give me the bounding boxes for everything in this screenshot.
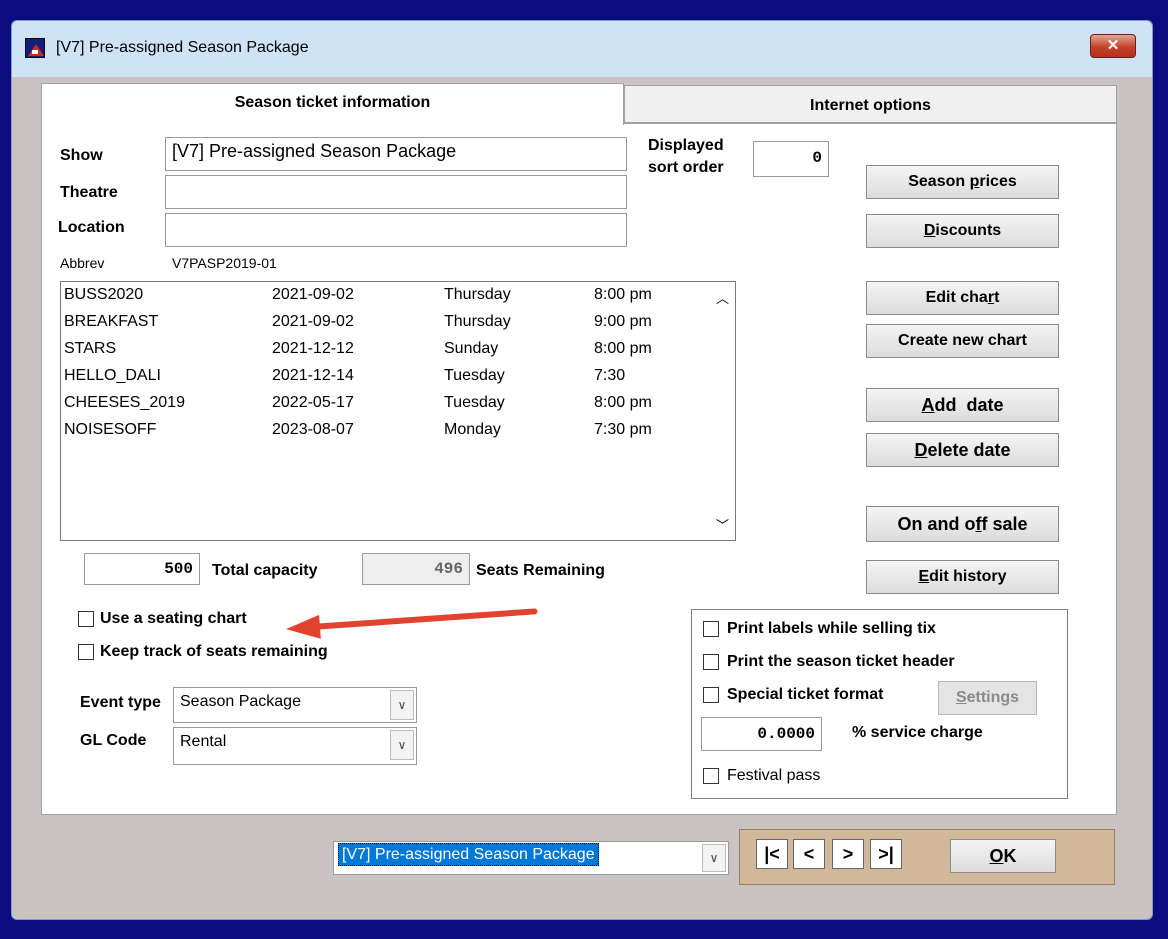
performance-dates-list[interactable]: BUSS2020 2021-09-02 Thursday 8:00 pm BRE… <box>60 281 736 541</box>
chevron-down-icon[interactable]: ∨ <box>390 730 414 760</box>
close-button[interactable]: ✕ <box>1090 34 1136 58</box>
print-labels-label[interactable]: Print labels while selling tix <box>727 620 936 638</box>
list-item[interactable]: HELLO_DALI 2021-12-14 Tuesday 7:30 <box>64 367 704 394</box>
abbrev-label: Abbrev <box>60 255 105 271</box>
discounts-button[interactable]: Discounts <box>866 214 1059 248</box>
location-field[interactable] <box>165 213 627 247</box>
date-value: 2023-08-07 <box>272 421 354 438</box>
time-value: 8:00 pm <box>594 340 652 357</box>
print-header-label[interactable]: Print the season ticket header <box>727 653 955 671</box>
event-type-label: Event type <box>80 694 161 711</box>
next-record-button[interactable]: > <box>832 839 864 869</box>
day-value: Tuesday <box>444 394 505 411</box>
scroll-up-icon[interactable]: ︿ <box>716 288 729 307</box>
event-type-select[interactable]: Season Package ∨ <box>173 687 417 723</box>
total-capacity-field[interactable]: 500 <box>84 553 200 585</box>
day-value: Tuesday <box>444 367 505 384</box>
total-capacity-label: Total capacity <box>212 562 318 579</box>
sort-order-label-line1: Displayed <box>648 137 724 154</box>
package-selector[interactable]: [V7] Pre-assigned Season Package ∨ <box>333 841 729 875</box>
title-bar: [V7] Pre-assigned Season Package ✕ <box>12 21 1152 77</box>
service-charge-field[interactable]: 0.0000 <box>701 717 822 751</box>
last-record-button[interactable]: >| <box>870 839 902 869</box>
show-label: Show <box>60 147 103 164</box>
day-value: Sunday <box>444 340 499 357</box>
date-code: BREAKFAST <box>64 313 159 330</box>
service-charge-label: % service charge <box>852 724 983 741</box>
ok-button[interactable]: OK <box>950 839 1056 873</box>
tab-season-ticket-information[interactable]: Season ticket information <box>41 83 624 125</box>
list-item[interactable]: CHEESES_2019 2022-05-17 Tuesday 8:00 pm <box>64 394 704 421</box>
list-item[interactable]: BREAKFAST 2021-09-02 Thursday 9:00 pm <box>64 313 704 340</box>
tab-internet-options[interactable]: Internet options <box>624 85 1117 123</box>
time-value: 8:00 pm <box>594 286 652 303</box>
previous-record-button[interactable]: < <box>793 839 825 869</box>
date-value: 2021-09-02 <box>272 286 354 303</box>
annotation-arrow-icon <box>285 614 321 642</box>
edit-chart-button[interactable]: Edit chart <box>866 281 1059 315</box>
sort-order-label-line2: sort order <box>648 159 724 176</box>
season-prices-button[interactable]: Season prices <box>866 165 1059 199</box>
time-value: 9:00 pm <box>594 313 652 330</box>
special-format-checkbox[interactable] <box>703 687 719 703</box>
use-seating-chart-checkbox[interactable] <box>78 611 94 627</box>
print-labels-checkbox[interactable] <box>703 621 719 637</box>
first-record-button[interactable]: |< <box>756 839 788 869</box>
settings-button: Settings <box>938 681 1037 715</box>
date-code: CHEESES_2019 <box>64 394 185 411</box>
day-value: Thursday <box>444 286 511 303</box>
date-value: 2022-05-17 <box>272 394 354 411</box>
seats-remaining-label: Seats Remaining <box>476 562 605 579</box>
list-scrollbar[interactable]: ︿ ﹀ <box>709 282 735 540</box>
date-value: 2021-09-02 <box>272 313 354 330</box>
scroll-down-icon[interactable]: ﹀ <box>716 515 729 534</box>
keep-track-label[interactable]: Keep track of seats remaining <box>100 643 328 661</box>
seats-remaining-field: 496 <box>362 553 470 585</box>
date-code: HELLO_DALI <box>64 367 161 384</box>
record-navigation-panel: |< < > >| OK <box>739 829 1115 885</box>
app-icon <box>25 38 45 58</box>
dialog-window: [V7] Pre-assigned Season Package ✕ Seaso… <box>11 20 1153 920</box>
special-format-label[interactable]: Special ticket format <box>727 686 884 704</box>
use-seating-chart-label[interactable]: Use a seating chart <box>100 610 247 628</box>
list-item[interactable]: NOISESOFF 2023-08-07 Monday 7:30 pm <box>64 421 704 448</box>
gl-code-label: GL Code <box>80 732 147 749</box>
theatre-field[interactable] <box>165 175 627 209</box>
time-value: 7:30 <box>594 367 626 384</box>
list-item[interactable]: BUSS2020 2021-09-02 Thursday 8:00 pm <box>64 286 704 313</box>
time-value: 7:30 pm <box>594 421 652 438</box>
keep-track-checkbox[interactable] <box>78 644 94 660</box>
festival-pass-label[interactable]: Festival pass <box>727 767 820 785</box>
print-header-checkbox[interactable] <box>703 654 719 670</box>
date-code: NOISESOFF <box>64 421 157 438</box>
delete-date-button[interactable]: Delete date <box>866 433 1059 467</box>
abbrev-value: V7PASP2019-01 <box>172 255 277 271</box>
package-selector-value: [V7] Pre-assigned Season Package <box>338 843 599 866</box>
date-value: 2021-12-14 <box>272 367 354 384</box>
day-value: Thursday <box>444 313 511 330</box>
location-label: Location <box>58 219 125 236</box>
event-type-value: Season Package <box>180 693 301 710</box>
date-code: STARS <box>64 340 117 357</box>
print-options-group: Print labels while selling tix Print the… <box>691 609 1068 799</box>
gl-code-value: Rental <box>180 733 227 750</box>
add-date-button[interactable]: Add date <box>866 388 1059 422</box>
gl-code-select[interactable]: Rental ∨ <box>173 727 417 765</box>
window-title: [V7] Pre-assigned Season Package <box>56 39 309 56</box>
theatre-label: Theatre <box>60 184 118 201</box>
list-item[interactable]: STARS 2021-12-12 Sunday 8:00 pm <box>64 340 704 367</box>
edit-history-button[interactable]: Edit history <box>866 560 1059 594</box>
chevron-down-icon[interactable]: ∨ <box>390 690 414 720</box>
date-value: 2021-12-12 <box>272 340 354 357</box>
on-and-off-sale-button[interactable]: On and off sale <box>866 506 1059 542</box>
festival-pass-checkbox[interactable] <box>703 768 719 784</box>
time-value: 8:00 pm <box>594 394 652 411</box>
date-code: BUSS2020 <box>64 286 144 303</box>
show-field[interactable]: [V7] Pre-assigned Season Package <box>165 137 627 171</box>
create-new-chart-button[interactable]: Create new chart <box>866 324 1059 358</box>
sort-order-field[interactable]: 0 <box>753 141 829 177</box>
day-value: Monday <box>444 421 501 438</box>
chevron-down-icon[interactable]: ∨ <box>702 844 726 872</box>
